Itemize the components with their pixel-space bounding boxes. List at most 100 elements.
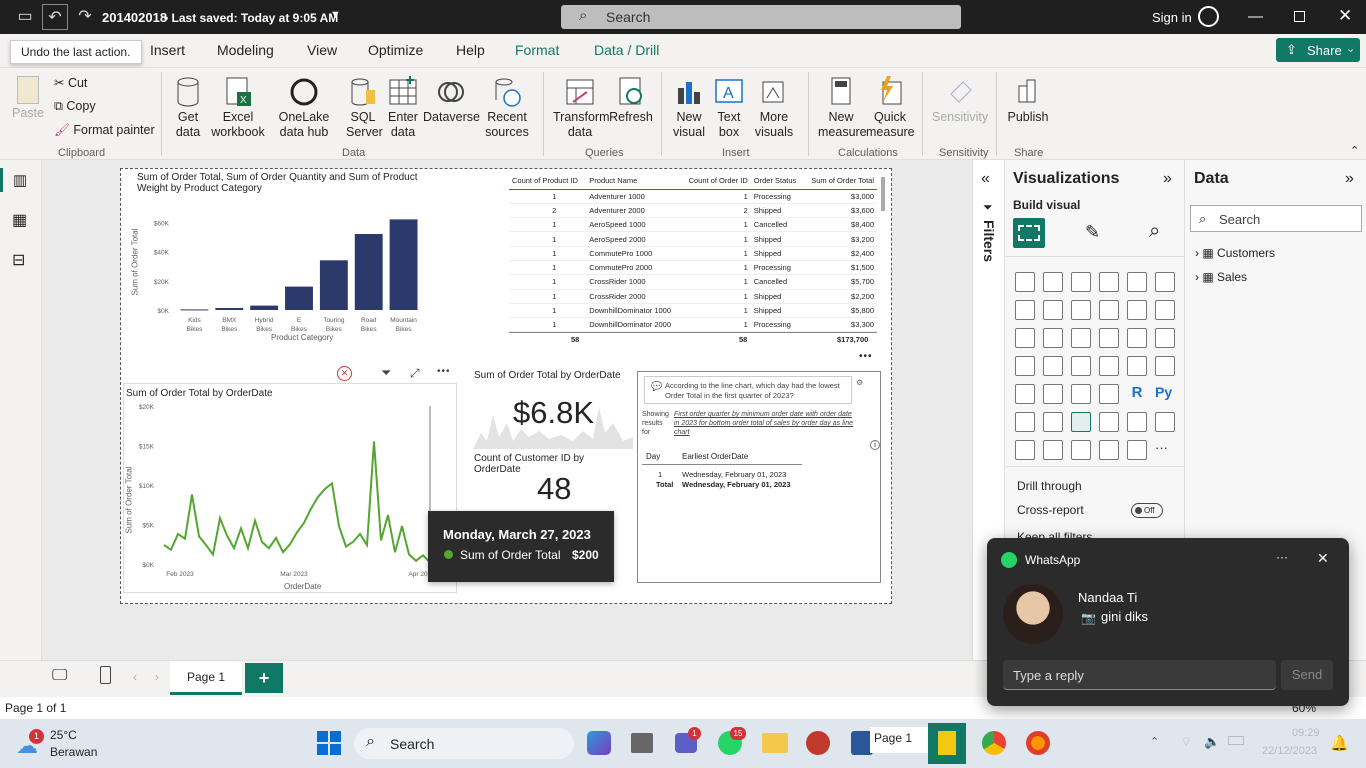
clear-icon[interactable]: ✕ <box>337 366 352 381</box>
table-row[interactable]: 1 AeroSpeed 1000 1 Cancelled $8,400 <box>509 218 877 232</box>
copy-button[interactable]: ⧉ Copy <box>54 99 96 114</box>
chevron-left-icon[interactable]: « <box>981 170 990 188</box>
maximize-icon[interactable] <box>1294 11 1305 22</box>
diamond-icon[interactable] <box>1099 440 1119 460</box>
clustered-column-icon[interactable] <box>1099 272 1119 292</box>
clock-date[interactable]: 22/12/2023 <box>1262 745 1317 757</box>
qa-visual[interactable]: 💬 According to the line chart, which day… <box>637 371 881 583</box>
stacked-bar-icon[interactable] <box>1015 272 1035 292</box>
key-influencers-icon[interactable] <box>1015 412 1035 432</box>
more-options-icon[interactable]: ••• <box>859 351 873 362</box>
qa-icon[interactable] <box>1071 412 1091 432</box>
analytics-icon[interactable]: ⌕ <box>1149 220 1160 243</box>
tab-insert[interactable]: Insert <box>150 42 185 58</box>
100-column-icon[interactable] <box>1155 272 1175 292</box>
chevron-right-icon[interactable]: » <box>1163 170 1172 188</box>
multirow-card-icon[interactable] <box>1155 356 1175 376</box>
battery-icon[interactable] <box>1228 736 1244 745</box>
onelake-button[interactable]: OneLake data hub <box>267 76 341 140</box>
table-row[interactable]: 1 AeroSpeed 2000 1 Shipped $3,200 <box>509 232 877 247</box>
cut-button[interactable]: ✂ Cut <box>54 75 87 90</box>
stacked-area-icon[interactable] <box>1071 300 1091 320</box>
redo-icon[interactable]: ↷ <box>75 7 95 27</box>
sql-server-button[interactable]: SQL Server <box>345 76 383 140</box>
metrics-icon[interactable] <box>1071 440 1091 460</box>
filled-map-icon[interactable] <box>1043 356 1063 376</box>
pie-icon[interactable] <box>1099 328 1119 348</box>
chevron-left-icon[interactable]: ‹ <box>133 670 137 684</box>
table-row[interactable]: 1 CrossRider 1000 1 Cancelled $5,700 <box>509 275 877 290</box>
notification-bell-icon[interactable]: 🔔 <box>1330 734 1349 752</box>
line-clustered-icon[interactable] <box>1127 300 1147 320</box>
bar[interactable] <box>180 309 209 311</box>
tab-optimize[interactable]: Optimize <box>368 42 423 58</box>
stacked-column-icon[interactable] <box>1043 272 1063 292</box>
tab-data-drill[interactable]: Data / Drill <box>594 42 659 58</box>
reply-input[interactable]: Type a reply <box>1003 660 1276 690</box>
dataverse-button[interactable]: Dataverse <box>423 76 480 125</box>
table-row[interactable]: 1 DownhillDominator 1000 1 Shipped $5,800 <box>509 303 877 318</box>
line-chart-visual[interactable]: Sum of Order Total by OrderDate Sum of O… <box>123 383 457 593</box>
focus-mode-icon[interactable]: ⤢ <box>410 366 420 381</box>
recent-sources-button[interactable]: Recent sources <box>479 76 535 140</box>
volume-icon[interactable]: 🔈 <box>1204 734 1220 750</box>
bar[interactable] <box>285 286 313 310</box>
table-view-icon[interactable]: ▦ <box>12 210 27 230</box>
table-row[interactable]: 1 CommutePro 2000 1 Processing $1,500 <box>509 260 877 275</box>
copilot-icon[interactable] <box>587 731 611 755</box>
card-icon[interactable] <box>1127 356 1147 376</box>
firefox-icon[interactable] <box>1026 731 1050 755</box>
python-visual-icon[interactable]: Py <box>1155 384 1175 404</box>
power-automate-icon[interactable] <box>1043 440 1063 460</box>
transform-data-button[interactable]: Transform data <box>552 76 610 140</box>
search-box[interactable]: ⌕ Search <box>561 5 961 29</box>
table-row[interactable]: 2 Adventurer 2000 2 Shipped $3,600 <box>509 203 877 218</box>
close-icon[interactable]: ✕ <box>1317 550 1329 567</box>
chevron-up-icon[interactable]: ⌃ <box>1150 735 1159 748</box>
waterfall-icon[interactable] <box>1015 328 1035 348</box>
bar[interactable] <box>250 305 279 310</box>
close-icon[interactable]: ✕ <box>1338 6 1352 26</box>
new-measure-button[interactable]: New measure <box>818 76 867 140</box>
enter-data-button[interactable]: Enter data <box>385 76 421 140</box>
kpi-icon[interactable] <box>1015 384 1035 404</box>
paginated-icon[interactable] <box>1127 412 1147 432</box>
tab-format[interactable]: Format <box>515 42 559 58</box>
taskbar-search[interactable]: ⌕ Search <box>354 728 574 759</box>
new-visual-button[interactable]: New visual <box>670 76 708 140</box>
table-scrollbar[interactable] <box>881 177 885 211</box>
kpi-card-customer-count[interactable]: Count of Customer ID by OrderDate 48 <box>473 453 633 513</box>
build-visual-tab[interactable] <box>1013 218 1045 248</box>
chevron-right-icon[interactable]: › <box>155 670 159 684</box>
tab-view[interactable]: View <box>307 42 337 58</box>
report-view-icon[interactable]: ▥ <box>13 171 27 189</box>
table-item-sales[interactable]: › ▦ Sales <box>1195 270 1247 284</box>
area-icon[interactable] <box>1043 300 1063 320</box>
more-icon[interactable]: ··· <box>1155 440 1175 460</box>
table-icon[interactable] <box>1071 384 1091 404</box>
wifi-icon[interactable]: ⌔ <box>1180 734 1192 750</box>
account-icon[interactable] <box>1198 6 1219 27</box>
chevron-down-icon[interactable]: ▼ <box>330 9 341 21</box>
chevron-right-icon[interactable]: » <box>1345 170 1354 188</box>
undo-icon[interactable]: ↶ <box>42 4 68 30</box>
table-row[interactable]: 1 CommutePro 1000 1 Shipped $2,400 <box>509 246 877 261</box>
powerbi-taskbar-button[interactable] <box>928 723 966 764</box>
page-tab-page-1[interactable]: Page 1 <box>170 661 242 695</box>
publish-button[interactable]: Publish <box>1006 76 1050 125</box>
app-icon[interactable] <box>806 731 830 755</box>
decomposition-tree-icon[interactable] <box>1043 412 1063 432</box>
kpi-card-order-total[interactable]: Sum of Order Total by OrderDate $6.8K <box>473 369 633 449</box>
line-icon[interactable] <box>1015 300 1035 320</box>
table-visual[interactable]: Count of Product ID Product Name Count of … <box>509 173 887 351</box>
model-view-icon[interactable]: ⊟ <box>12 250 25 270</box>
file-explorer-icon[interactable] <box>762 733 788 753</box>
format-painter-button[interactable]: 🖌 Format painter <box>54 123 155 138</box>
filter-icon[interactable]: ⏷ <box>381 365 391 381</box>
scatter-icon[interactable] <box>1071 328 1091 348</box>
power-apps-icon[interactable] <box>1015 440 1035 460</box>
map-icon[interactable] <box>1015 356 1035 376</box>
bar[interactable] <box>215 307 244 310</box>
minimize-icon[interactable]: — <box>1248 8 1263 25</box>
excel-workbook-button[interactable]: X Excel workbook <box>209 76 267 140</box>
